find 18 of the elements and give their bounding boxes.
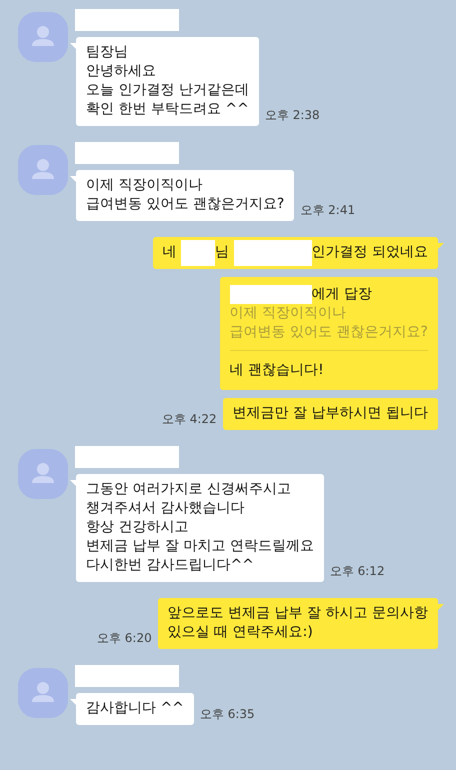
message-time: 오후 6:20 — [96, 630, 152, 647]
message-time: 오후 6:35 — [200, 706, 255, 723]
quoted-message: 이제 직장이직이나 급여변동 있어도 괜찮은거지요? — [230, 304, 428, 342]
message-text: 인가결정 되었네요 — [312, 243, 428, 262]
message-time: 오후 4:22 — [162, 411, 217, 428]
message-text: 감사합니다 ^^ — [86, 699, 184, 718]
message-text: 그동안 여러가지로 신경써주시고 챙겨주셔서 감사했습니다 항상 건강하시고 변제금 납부 잘 마치고 연락드릴께요 다시한번 감사드립니다^^ — [86, 480, 314, 575]
message-text: 앞으로도 변제금 납부 잘 하시고 문의사항 있으실 때 연락주세요:) — [168, 604, 428, 642]
message-text: 님 — [215, 243, 230, 262]
message-text: 네 — [162, 243, 178, 262]
message-text: 팀장님 안녕하세요 오늘 인가결정 난거같은데 확인 한번 부탁드려요 ^^ — [86, 43, 249, 119]
message-text: 변제금만 잘 납부하시면 됩니다 — [232, 404, 428, 423]
message-text: 네 괜찮습니다! — [230, 361, 325, 380]
message-time: 오후 2:38 — [264, 107, 320, 124]
message-time: 오후 6:12 — [330, 563, 385, 580]
message-text: 이제 직장이직이나 급여변동 있어도 괜찮은거지요? — [86, 176, 284, 214]
reply-header: 에게 답장 — [312, 285, 372, 304]
message-time: 오후 2:41 — [300, 202, 356, 219]
